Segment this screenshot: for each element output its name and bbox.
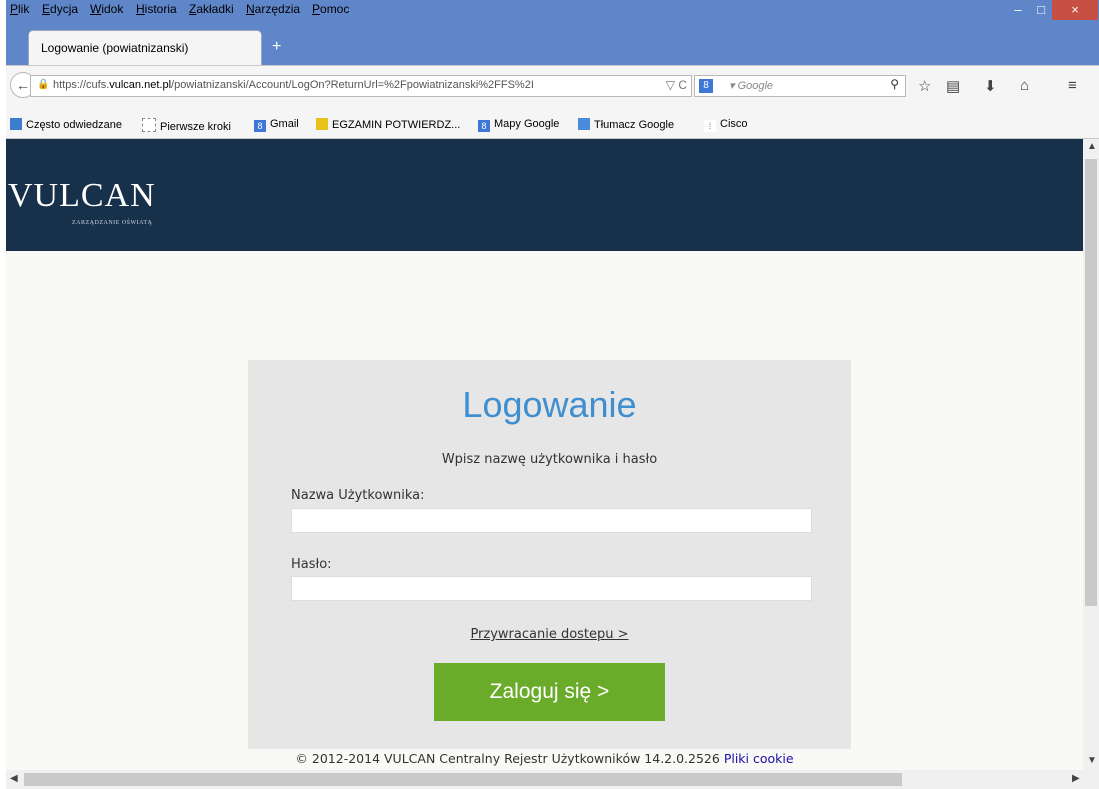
navigation-bar: ← 🔒 https://cufs.vulcan.net.pl/powiatniz…: [6, 65, 1099, 112]
menu-plik[interactable]: Plik: [10, 2, 29, 16]
login-panel: Logowanie Wpisz nazwę użytkownika i hasł…: [248, 360, 851, 749]
scroll-down-icon[interactable]: ▼: [1087, 755, 1097, 766]
login-subtitle: Wpisz nazwę użytkownika i hasło: [441, 452, 658, 467]
menu-widok[interactable]: Widok: [90, 2, 123, 16]
menu-narzedzia[interactable]: Narzędzia: [246, 2, 300, 16]
login-button[interactable]: Zaloguj się >: [434, 663, 665, 721]
vulcan-logo: VULCAN: [8, 177, 156, 214]
tab-logowanie[interactable]: Logowanie (powiatnizanski): [28, 30, 262, 66]
site-header: VULCAN ZARZĄDZANIE OŚWIATĄ: [6, 139, 1083, 251]
hamburger-menu-icon[interactable]: ≡: [1068, 77, 1077, 94]
page-icon: [142, 118, 156, 132]
bookmark-tlumacz[interactable]: Tłumacz Google: [578, 118, 674, 131]
bookmark-pierwsze[interactable]: Pierwsze kroki: [142, 118, 231, 133]
footer: © 2012-2014 VULCAN Centralny Rejestr Uży…: [6, 751, 1083, 766]
scroll-up-icon[interactable]: ▲: [1087, 141, 1097, 152]
google-icon: 8: [478, 120, 490, 132]
page-title: Logowanie: [462, 384, 637, 425]
footer-text: © 2012-2014 VULCAN Centralny Rejestr Uży…: [295, 751, 720, 766]
scroll-right-icon[interactable]: ▶: [1072, 773, 1080, 784]
password-field[interactable]: [291, 576, 812, 601]
search-icon[interactable]: ⚲: [890, 77, 899, 91]
bookmark-gmail[interactable]: 8 Gmail: [254, 118, 299, 132]
bookmark-czesto[interactable]: Często odwiedzane: [10, 118, 122, 131]
bookmark-cisco[interactable]: ⁞ Cisco: [704, 118, 748, 132]
google-icon: 8: [254, 120, 266, 132]
minimize-button[interactable]: –: [1006, 0, 1030, 20]
menu-pomoc[interactable]: Pomoc: [312, 2, 349, 16]
new-tab-button[interactable]: +: [272, 38, 281, 56]
bookmark-egzamin[interactable]: EGZAMIN POTWIERDZ...: [316, 118, 460, 131]
username-field[interactable]: [291, 508, 812, 533]
reading-list-icon[interactable]: ▤: [946, 77, 960, 95]
address-bar[interactable]: 🔒 https://cufs.vulcan.net.pl/powiatnizan…: [30, 75, 692, 97]
horizontal-scroll-thumb[interactable]: [24, 773, 902, 786]
horizontal-scrollbar[interactable]: ◀ ▶: [6, 770, 1099, 789]
scroll-left-icon[interactable]: ◀: [10, 773, 18, 784]
vertical-scroll-thumb[interactable]: [1085, 159, 1097, 606]
search-input[interactable]: 8 ▾ Google ⚲: [694, 75, 906, 97]
search-placeholder: ▾ Google: [729, 80, 774, 92]
menu-zakladki[interactable]: Zakładki: [189, 2, 234, 16]
bookmark-star-icon[interactable]: ☆: [918, 77, 931, 95]
google-engine-icon[interactable]: 8: [699, 79, 713, 93]
cookie-link[interactable]: Pliki cookie: [724, 751, 794, 766]
page-content: VULCAN ZARZĄDZANIE OŚWIATĄ Logowanie Wpi…: [6, 139, 1083, 770]
translate-icon: [578, 118, 590, 130]
folder-icon: [10, 118, 22, 130]
egzamin-icon: [316, 118, 328, 130]
vertical-scrollbar[interactable]: ▲ ▼: [1083, 139, 1099, 770]
cisco-icon: ⁞: [704, 120, 716, 132]
tab-strip: Logowanie (powiatnizanski) +: [6, 30, 1099, 66]
url-text: https://cufs.vulcan.net.pl/powiatnizansk…: [53, 79, 534, 91]
maximize-button[interactable]: □: [1030, 0, 1052, 20]
close-button[interactable]: ×: [1052, 0, 1098, 20]
password-label: Hasło:: [291, 557, 332, 572]
recover-access-link[interactable]: Przywracanie dostepu >: [248, 627, 851, 642]
menu-historia[interactable]: Historia: [136, 2, 177, 16]
home-icon[interactable]: ⌂: [1020, 77, 1029, 94]
download-icon[interactable]: ⬇: [984, 77, 997, 95]
reload-icon[interactable]: ▽ C: [666, 78, 687, 92]
username-label: Nazwa Użytkownika:: [291, 488, 425, 503]
bookmark-mapy[interactable]: 8 Mapy Google: [478, 118, 559, 132]
logo-subtitle: ZARZĄDZANIE OŚWIATĄ: [72, 220, 153, 226]
menu-bar: Plik Edycja Widok Historia Zakładki Narz…: [6, 0, 1099, 20]
bookmarks-toolbar: Często odwiedzane Pierwsze kroki 8 Gmail …: [6, 112, 1099, 139]
browser-window: Plik Edycja Widok Historia Zakładki Narz…: [6, 0, 1099, 789]
tab-title: Logowanie (powiatnizanski): [41, 41, 189, 55]
lock-icon: 🔒: [37, 79, 50, 90]
menu-edycja[interactable]: Edycja: [42, 2, 78, 16]
